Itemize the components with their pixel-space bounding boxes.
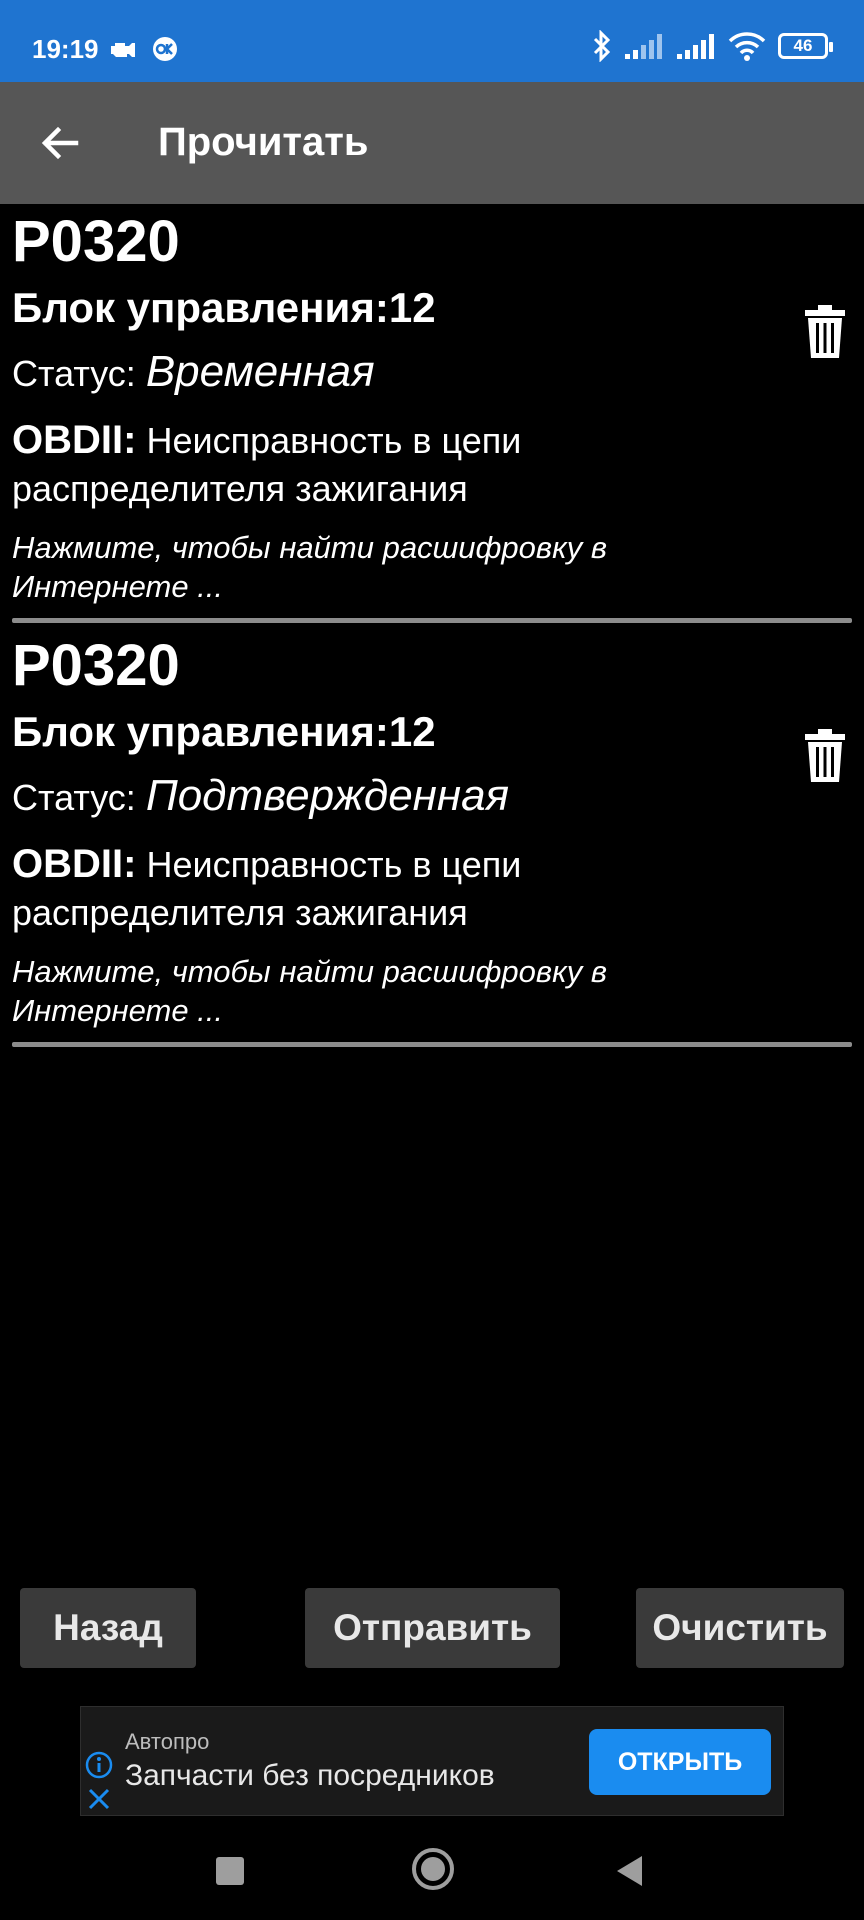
navigation-bar bbox=[0, 1830, 864, 1920]
divider bbox=[12, 618, 852, 623]
obd-description: OBDII: Неисправность в цепи распределите… bbox=[12, 842, 522, 933]
battery-icon: 46 bbox=[778, 33, 833, 59]
send-button[interactable]: Отправить bbox=[305, 1588, 560, 1668]
info-icon[interactable] bbox=[85, 1751, 113, 1779]
control-block: Блок управления:12 bbox=[12, 284, 436, 331]
ad-source: Автопро bbox=[125, 1729, 210, 1754]
status-value: Подтвержденная bbox=[145, 771, 510, 820]
clear-button[interactable]: Очистить bbox=[636, 1588, 844, 1668]
signal-icon-2 bbox=[677, 34, 714, 59]
back-button[interactable]: Назад bbox=[20, 1588, 196, 1668]
open-button[interactable]: ОТКРЫТЬ bbox=[589, 1729, 771, 1795]
obd-description: OBDII: Неисправность в цепи распределите… bbox=[12, 418, 522, 509]
status-value: Временная bbox=[145, 347, 375, 396]
error-status: Статус: Временная bbox=[12, 347, 375, 396]
app-bar: Прочитать bbox=[0, 82, 864, 204]
status-time: 19:19 bbox=[32, 34, 99, 64]
recent-apps-icon[interactable] bbox=[216, 1857, 244, 1885]
trash-icon[interactable] bbox=[804, 728, 846, 784]
signal-icon-1 bbox=[625, 34, 662, 59]
error-code: P0320 bbox=[12, 209, 180, 274]
search-hint-link[interactable]: Нажмите, чтобы найти расшифровку в Интер… bbox=[12, 952, 652, 1030]
page-title: Прочитать bbox=[158, 120, 369, 164]
error-status: Статус: Подтвержденная bbox=[12, 771, 510, 820]
close-icon[interactable] bbox=[85, 1785, 113, 1813]
ad-text: Запчасти без посредников bbox=[125, 1759, 495, 1792]
arrow-left-icon[interactable] bbox=[36, 118, 86, 168]
trash-icon[interactable] bbox=[804, 304, 846, 360]
bluetooth-icon bbox=[593, 30, 611, 62]
divider bbox=[12, 1042, 852, 1047]
wifi-icon bbox=[728, 32, 766, 61]
car-engine-icon bbox=[111, 43, 135, 57]
ad-banner[interactable]: Автопро Запчасти без посредников ОТКРЫТЬ bbox=[80, 1706, 784, 1816]
screen: 19:19 46 Прочитать P0320 Блок управления… bbox=[0, 0, 864, 1920]
back-triangle-icon[interactable] bbox=[614, 1854, 644, 1888]
error-code: P0320 bbox=[12, 633, 180, 698]
search-hint-link[interactable]: Нажмите, чтобы найти расшифровку в Интер… bbox=[12, 528, 652, 606]
home-icon[interactable] bbox=[412, 1848, 454, 1890]
control-block: Блок управления:12 bbox=[12, 708, 436, 755]
status-bar: 19:19 46 bbox=[0, 0, 864, 82]
ok-notification-icon bbox=[153, 37, 177, 61]
